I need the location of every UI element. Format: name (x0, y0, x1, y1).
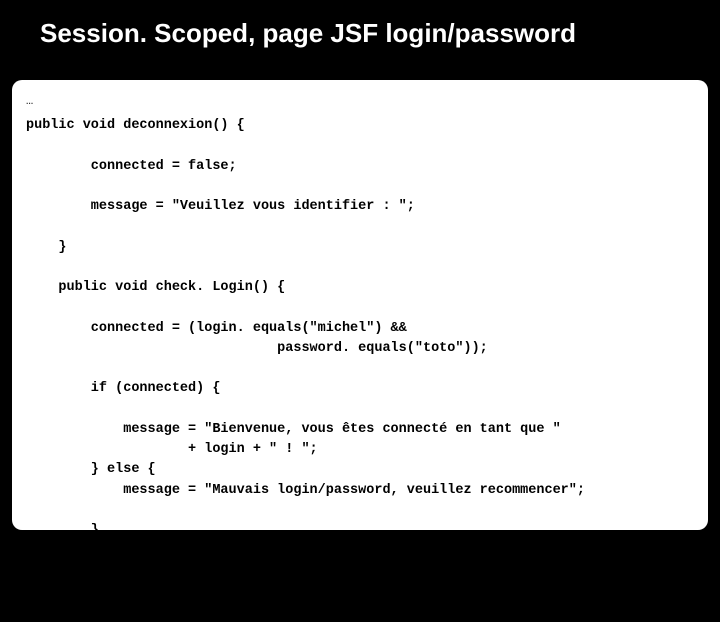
code-block: public void deconnexion() { connected = … (26, 116, 694, 622)
code-card: … public void deconnexion() { connected … (12, 80, 708, 530)
slide-title: Session. Scoped, page JSF login/password (0, 0, 720, 59)
slide: Session. Scoped, page JSF login/password… (0, 0, 720, 540)
ellipsis: … (26, 92, 694, 110)
